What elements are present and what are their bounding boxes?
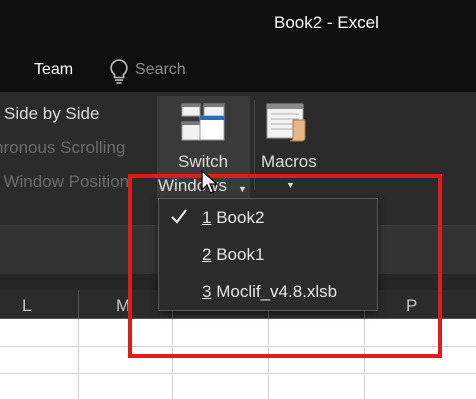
tab-team[interactable]: Team	[34, 61, 73, 79]
synchronous-scrolling-button[interactable]: hronous Scrolling	[0, 138, 125, 158]
window-title: Book2 - Excel	[274, 13, 379, 32]
grid-col-line	[78, 319, 79, 399]
macros-icon[interactable]	[265, 100, 311, 144]
view-side-by-side-button[interactable]: Side by Side	[4, 104, 99, 124]
grid-row-line	[0, 373, 476, 374]
search-icon[interactable]	[108, 57, 130, 85]
highlight-box	[128, 174, 442, 358]
reset-window-position-button[interactable]: t Window Position	[0, 172, 129, 192]
macros-button-label[interactable]: Macros	[261, 152, 317, 172]
switch-windows-icon	[181, 103, 225, 141]
title-bar	[0, 0, 476, 46]
search-input[interactable]: Search	[135, 61, 186, 79]
switch-windows-label-line1: Switch	[178, 152, 229, 171]
mouse-cursor-icon	[201, 170, 219, 194]
column-separator	[78, 290, 79, 318]
column-header-l[interactable]: L	[22, 296, 31, 316]
